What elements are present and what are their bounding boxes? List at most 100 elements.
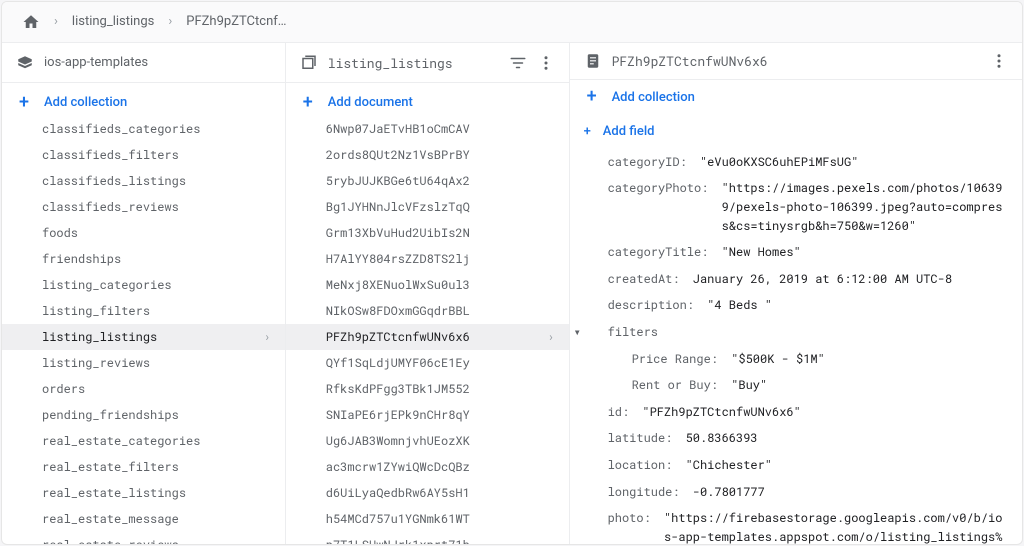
add-collection-button[interactable]: + Add collection xyxy=(570,80,1022,115)
pane-header: listing_listings xyxy=(286,43,569,84)
list-item[interactable]: ac3mcrw1ZYwiQWcDcQBz xyxy=(286,454,569,480)
field-row[interactable]: photo: "https://firebasestorage.googleap… xyxy=(584,505,1008,544)
list-item-label: Bg1JYHNnJlcVFzslzTqQ xyxy=(326,199,470,215)
more-vert-icon[interactable] xyxy=(990,52,1008,70)
list-item-label: PFZh9pZTCtcnfwUNv6x6 xyxy=(326,329,470,345)
list-item-label: listing_reviews xyxy=(42,355,150,371)
list-item[interactable]: real_estate_listings xyxy=(2,480,285,506)
field-row[interactable]: id: "PFZh9pZTCtcnfwUNv6x6" xyxy=(584,399,1008,426)
list-item-label: 5rybJUJKBGe6tU64qAx2 xyxy=(326,173,470,189)
field-row[interactable]: location: "Chichester" xyxy=(584,452,1008,479)
list-item[interactable]: listing_reviews xyxy=(2,350,285,376)
list-item[interactable]: d6UiLyaQedbRw6AY5sH1 xyxy=(286,480,569,506)
list-item-label: classifieds_filters xyxy=(42,147,179,163)
list-item-label: ac3mcrw1ZYwiQWcDcQBz xyxy=(326,459,470,475)
list-item[interactable]: classifieds_categories xyxy=(2,116,285,142)
caret-down-icon[interactable]: ▾ xyxy=(574,323,581,342)
pane-root: ios-app-templates + Add collection class… xyxy=(2,43,286,544)
field-row[interactable]: longitude: -0.7801777 xyxy=(584,479,1008,506)
field-row[interactable]: ▾ filters xyxy=(584,319,1008,346)
chevron-right-icon: › xyxy=(264,329,271,345)
list-item[interactable]: listing_categories xyxy=(2,272,285,298)
list-item-label: SNIaPE6rjEPk9nCHr8qY xyxy=(326,407,470,423)
list-item[interactable]: classifieds_filters xyxy=(2,142,285,168)
list-item-label: Grm13XbVuHud2UibIs2N xyxy=(326,225,470,241)
add-field-button[interactable]: + Add field xyxy=(584,115,1008,149)
list-item[interactable]: pending_friendships xyxy=(2,402,285,428)
pane-header: ios-app-templates xyxy=(2,43,285,84)
database-icon xyxy=(16,54,34,72)
field-row[interactable]: createdAt: January 26, 2019 at 6:12:00 A… xyxy=(584,266,1008,293)
list-item[interactable]: classifieds_reviews xyxy=(2,194,285,220)
breadcrumb: › listing_listings › PFZh9pZTCtcnf… xyxy=(2,2,1022,43)
chevron-right-icon: › xyxy=(547,329,554,345)
home-icon[interactable] xyxy=(22,13,40,31)
list-item[interactable]: NIkOSw8FDOxmGGqdrBBL xyxy=(286,298,569,324)
list-item-label: real_estate_reviews xyxy=(42,537,179,544)
list-item-label: real_estate_filters xyxy=(42,459,179,475)
list-item[interactable]: real_estate_reviews xyxy=(2,532,285,544)
list-item[interactable]: listing_filters xyxy=(2,298,285,324)
list-item-label: d6UiLyaQedbRw6AY5sH1 xyxy=(326,485,470,501)
list-item-label: classifieds_listings xyxy=(42,173,186,189)
list-item[interactable]: QYf1SqLdjUMYF06cE1Ey xyxy=(286,350,569,376)
list-item-label: listing_filters xyxy=(42,303,150,319)
list-item[interactable]: 5rybJUJKBGe6tU64qAx2 xyxy=(286,168,569,194)
field-row[interactable]: latitude: 50.8366393 xyxy=(584,425,1008,452)
pane-document: PFZh9pZTCtcnfwUNv6x6 + Add collection + … xyxy=(570,43,1022,544)
add-label: Add collection xyxy=(44,95,127,110)
pane-title: listing_listings xyxy=(328,54,499,72)
list-item-label: NIkOSw8FDOxmGGqdrBBL xyxy=(326,303,470,319)
list-item[interactable]: Ug6JAB3WomnjvhUEozXK xyxy=(286,428,569,454)
document-icon xyxy=(584,52,602,70)
list-item-label: MeNxj8XENuolWxSu0ul3 xyxy=(326,277,470,293)
field-row[interactable]: description: "4 Beds " xyxy=(584,292,1008,319)
list-item-label: orders xyxy=(42,381,85,397)
list-item[interactable]: Bg1JYHNnJlcVFzslzTqQ xyxy=(286,194,569,220)
plus-icon: + xyxy=(584,124,591,139)
pane-title: ios-app-templates xyxy=(44,55,271,70)
more-vert-icon[interactable] xyxy=(537,54,555,72)
list-item[interactable]: real_estate_categories xyxy=(2,428,285,454)
list-item[interactable]: h54MCd757u1YGNmk61WT xyxy=(286,506,569,532)
list-item-label: RfksKdPFgg3TBk1JM552 xyxy=(326,381,470,397)
list-item-label: QYf1SqLdjUMYF06cE1Ey xyxy=(326,355,470,371)
list-item[interactable]: MeNxj8XENuolWxSu0ul3 xyxy=(286,272,569,298)
plus-icon: + xyxy=(300,94,316,112)
filter-icon[interactable] xyxy=(509,54,527,72)
list-item[interactable]: foods xyxy=(2,220,285,246)
field-row[interactable]: Price Range: "$500K - $1M" xyxy=(584,346,1008,373)
plus-icon: + xyxy=(16,94,32,112)
list-item[interactable]: SNIaPE6rjEPk9nCHr8qY xyxy=(286,402,569,428)
field-row[interactable]: categoryPhoto: "https://images.pexels.co… xyxy=(584,175,1008,239)
add-label: Add document xyxy=(328,95,413,110)
list-item[interactable]: real_estate_filters xyxy=(2,454,285,480)
list-item[interactable]: 2ords8QUt2Nz1VsBPrBY xyxy=(286,142,569,168)
list-item[interactable]: orders xyxy=(2,376,285,402)
list-item[interactable]: listing_listings › xyxy=(2,324,285,350)
list-item-label: 2ords8QUt2Nz1VsBPrBY xyxy=(326,147,470,163)
list-item[interactable]: H7AlYY804rsZZD8TS2lj xyxy=(286,246,569,272)
list-item-label: friendships xyxy=(42,251,121,267)
list-item[interactable]: p7T1LSHwNJrk1xprt71b xyxy=(286,532,569,544)
field-row[interactable]: Rent or Buy: "Buy" xyxy=(584,372,1008,399)
list-item-label: classifieds_reviews xyxy=(42,199,179,215)
breadcrumb-item: PFZh9pZTCtcnf… xyxy=(186,14,286,29)
pane-collection: listing_listings + Add document 6Nwp07Ja… xyxy=(286,43,570,544)
list-item[interactable]: classifieds_listings xyxy=(2,168,285,194)
field-row[interactable]: categoryID: "eVu0oKXSC6uhEPiMFsUG" xyxy=(584,149,1008,176)
breadcrumb-item[interactable]: listing_listings xyxy=(72,14,154,29)
list-item-label: real_estate_message xyxy=(42,511,179,527)
list-item[interactable]: real_estate_message xyxy=(2,506,285,532)
list-item[interactable]: PFZh9pZTCtcnfwUNv6x6 › xyxy=(286,324,569,350)
list-item[interactable]: friendships xyxy=(2,246,285,272)
list-item[interactable]: RfksKdPFgg3TBk1JM552 xyxy=(286,376,569,402)
list-item[interactable]: 6Nwp07JaETvHB1oCmCAV xyxy=(286,116,569,142)
list-item-label: 6Nwp07JaETvHB1oCmCAV xyxy=(326,121,470,137)
pane-title: PFZh9pZTCtcnfwUNv6x6 xyxy=(612,52,980,70)
add-field-label: Add field xyxy=(603,124,655,139)
list-item[interactable]: Grm13XbVuHud2UibIs2N xyxy=(286,220,569,246)
field-row[interactable]: categoryTitle: "New Homes" xyxy=(584,239,1008,266)
list-item-label: real_estate_categories xyxy=(42,433,200,449)
list-item-label: listing_listings xyxy=(42,329,157,345)
